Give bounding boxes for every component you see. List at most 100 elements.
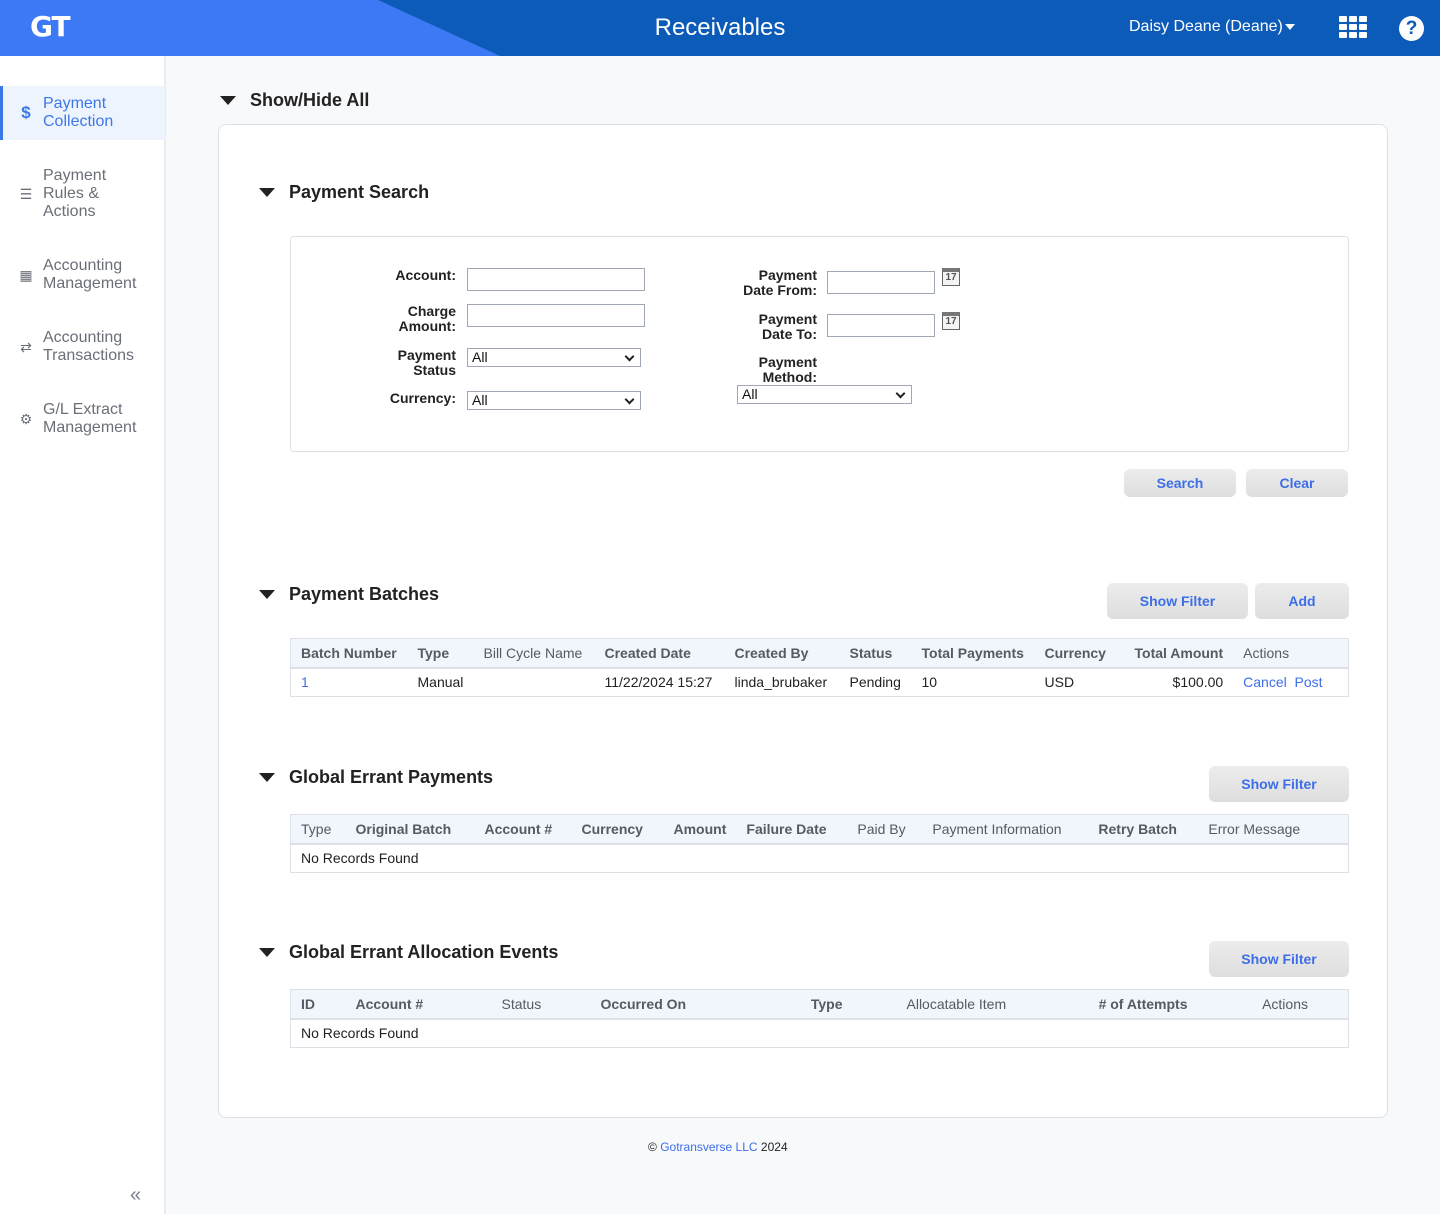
add-batch-button[interactable]: Add — [1255, 583, 1349, 619]
col-total-amount[interactable]: Total Amount — [1124, 638, 1234, 669]
col-type[interactable]: Type — [758, 989, 853, 1020]
table-row: 1 Manual 11/22/2024 15:27 linda_brubaker… — [291, 668, 1349, 697]
sidebar-item-payment-rules[interactable]: ☰ Payment Rules & Actions — [0, 166, 165, 222]
date-from-input[interactable] — [827, 271, 935, 294]
calendar-icon[interactable]: 17 — [942, 268, 960, 286]
col-created-by[interactable]: Created By — [724, 638, 840, 669]
col-created-date[interactable]: Created Date — [594, 638, 725, 669]
cell-total-amount: $100.00 — [1172, 674, 1224, 691]
payment-search-toggle[interactable]: Payment Search — [259, 182, 429, 203]
list-icon: ☰ — [19, 186, 33, 202]
col-status[interactable]: Status — [839, 638, 912, 669]
col-total-payments[interactable]: Total Payments — [911, 638, 1035, 669]
select-value: All — [742, 386, 758, 402]
cell-created-date: 11/22/2024 15:27 — [604, 674, 713, 691]
date-to-label: Payment Date To: — [758, 311, 817, 342]
col-amount[interactable]: Amount — [663, 814, 737, 845]
charge-amount-input[interactable] — [467, 304, 645, 327]
col-currency[interactable]: Currency — [571, 814, 664, 845]
show-filter-button[interactable]: Show Filter — [1209, 941, 1349, 977]
col-id[interactable]: ID — [290, 989, 346, 1020]
section-title: Global Errant Allocation Events — [289, 942, 559, 962]
calendar-icon[interactable]: 17 — [942, 312, 960, 330]
payment-search-form: Account: Charge Amount: Payment Status All… — [290, 236, 1349, 452]
triangle-down-icon — [259, 590, 275, 599]
post-batch-link[interactable]: Post — [1295, 674, 1323, 690]
help-icon[interactable]: ? — [1399, 16, 1424, 41]
col-allocatable-item: Allocatable Item — [852, 989, 1053, 1020]
global-errant-allocation-events-table: ID Account # Status Occurred On Type All… — [290, 989, 1349, 1048]
col-account-number[interactable]: Account # — [474, 814, 572, 845]
col-occurred-on[interactable]: Occurred On — [590, 989, 759, 1020]
date-to-input[interactable] — [827, 314, 935, 337]
sidebar-item-payment-collection[interactable]: $ Payment Collection — [0, 86, 165, 140]
cell-type: Manual — [417, 674, 464, 691]
col-account-number[interactable]: Account # — [345, 989, 492, 1020]
payment-batches-toggle[interactable]: Payment Batches — [259, 584, 439, 605]
section-title: Payment Search — [289, 182, 430, 202]
col-type[interactable]: Type — [407, 638, 474, 669]
cell-currency: USD — [1044, 674, 1075, 691]
global-errant-payments-toggle[interactable]: Global Errant Payments — [259, 767, 493, 788]
currency-label: Currency: — [389, 390, 456, 406]
cell-bill-cycle-name — [474, 668, 595, 697]
sidebar-item-label: Payment Collection — [43, 95, 114, 130]
grid-apps-icon[interactable] — [1339, 16, 1367, 38]
user-name: Daisy Deane (Deane) — [1129, 18, 1283, 35]
payment-method-label: Payment Method: — [758, 354, 817, 385]
account-input[interactable] — [467, 268, 645, 291]
sidebar-item-accounting-transactions[interactable]: ⇄ Accounting Transactions — [0, 328, 165, 366]
currency-select[interactable]: All — [467, 391, 641, 410]
col-actions: Actions — [1233, 638, 1349, 669]
no-records-message: No Records Found — [301, 1025, 419, 1042]
triangle-down-icon — [259, 188, 275, 197]
charge-amount-label: Charge Amount: — [398, 303, 456, 334]
chevron-down-icon — [624, 394, 635, 405]
col-payment-information: Payment Information — [922, 814, 1089, 845]
col-batch-number[interactable]: Batch Number — [290, 638, 408, 669]
table-header-row: ID Account # Status Occurred On Type All… — [290, 989, 1349, 1020]
user-menu[interactable]: Daisy Deane (Deane) — [1129, 18, 1295, 36]
col-retry-batch[interactable]: Retry Batch — [1088, 814, 1199, 845]
cell-created-by: linda_brubaker — [734, 674, 828, 691]
clear-button[interactable]: Clear — [1246, 469, 1348, 497]
sidebar-item-accounting-management[interactable]: ▦ Accounting Management — [0, 256, 165, 294]
table-header-row: Type Original Batch Account # Currency A… — [290, 814, 1349, 845]
cancel-batch-link[interactable]: Cancel — [1243, 674, 1287, 690]
batch-number-link[interactable]: 1 — [291, 668, 408, 697]
account-label: Account: — [395, 267, 456, 283]
sidebar-item-label: Accounting Management — [43, 257, 137, 292]
col-bill-cycle-name: Bill Cycle Name — [473, 638, 595, 669]
col-status: Status — [491, 989, 591, 1020]
show-hide-all-label: Show/Hide All — [250, 90, 370, 110]
table-header-row: Batch Number Type Bill Cycle Name Create… — [290, 638, 1349, 669]
col-failure-date[interactable]: Failure Date — [736, 814, 848, 845]
col-currency[interactable]: Currency — [1034, 638, 1125, 669]
show-filter-button[interactable]: Show Filter — [1209, 766, 1349, 802]
select-value: All — [472, 392, 488, 408]
search-button[interactable]: Search — [1124, 469, 1236, 497]
select-value: All — [472, 349, 488, 365]
exchange-icon: ⇄ — [20, 339, 32, 355]
payment-method-select[interactable]: All — [737, 385, 912, 404]
cell-actions: Cancel Post — [1233, 668, 1348, 697]
collapse-sidebar-icon[interactable]: « — [130, 1184, 141, 1207]
show-filter-button[interactable]: Show Filter — [1107, 583, 1248, 619]
sidebar-item-label: Accounting Transactions — [43, 329, 134, 364]
payment-status-select[interactable]: All — [467, 348, 641, 367]
cell-total-payments: 10 — [921, 674, 938, 691]
sidebar: $ Payment Collection ☰ Payment Rules & Acti… — [0, 56, 166, 1214]
col-attempts[interactable]: # of Attempts — [1052, 989, 1198, 1020]
col-original-batch[interactable]: Original Batch — [345, 814, 475, 845]
global-errant-allocation-events-toggle[interactable]: Global Errant Allocation Events — [259, 942, 558, 963]
copyright-symbol: © — [648, 1140, 657, 1154]
show-hide-all-toggle[interactable]: Show/Hide All — [220, 90, 369, 111]
caret-down-icon — [1284, 23, 1295, 30]
chevron-down-icon — [624, 351, 635, 362]
cell-status: Pending — [849, 674, 901, 691]
payment-status-label: Payment Status — [397, 347, 456, 378]
sidebar-item-label: G/L Extract Management — [43, 401, 137, 436]
company-link[interactable]: Gotransverse LLC — [660, 1140, 757, 1154]
sidebar-item-gl-extract[interactable]: ⚙ G/L Extract Management — [0, 400, 165, 438]
triangle-down-icon — [259, 948, 275, 957]
